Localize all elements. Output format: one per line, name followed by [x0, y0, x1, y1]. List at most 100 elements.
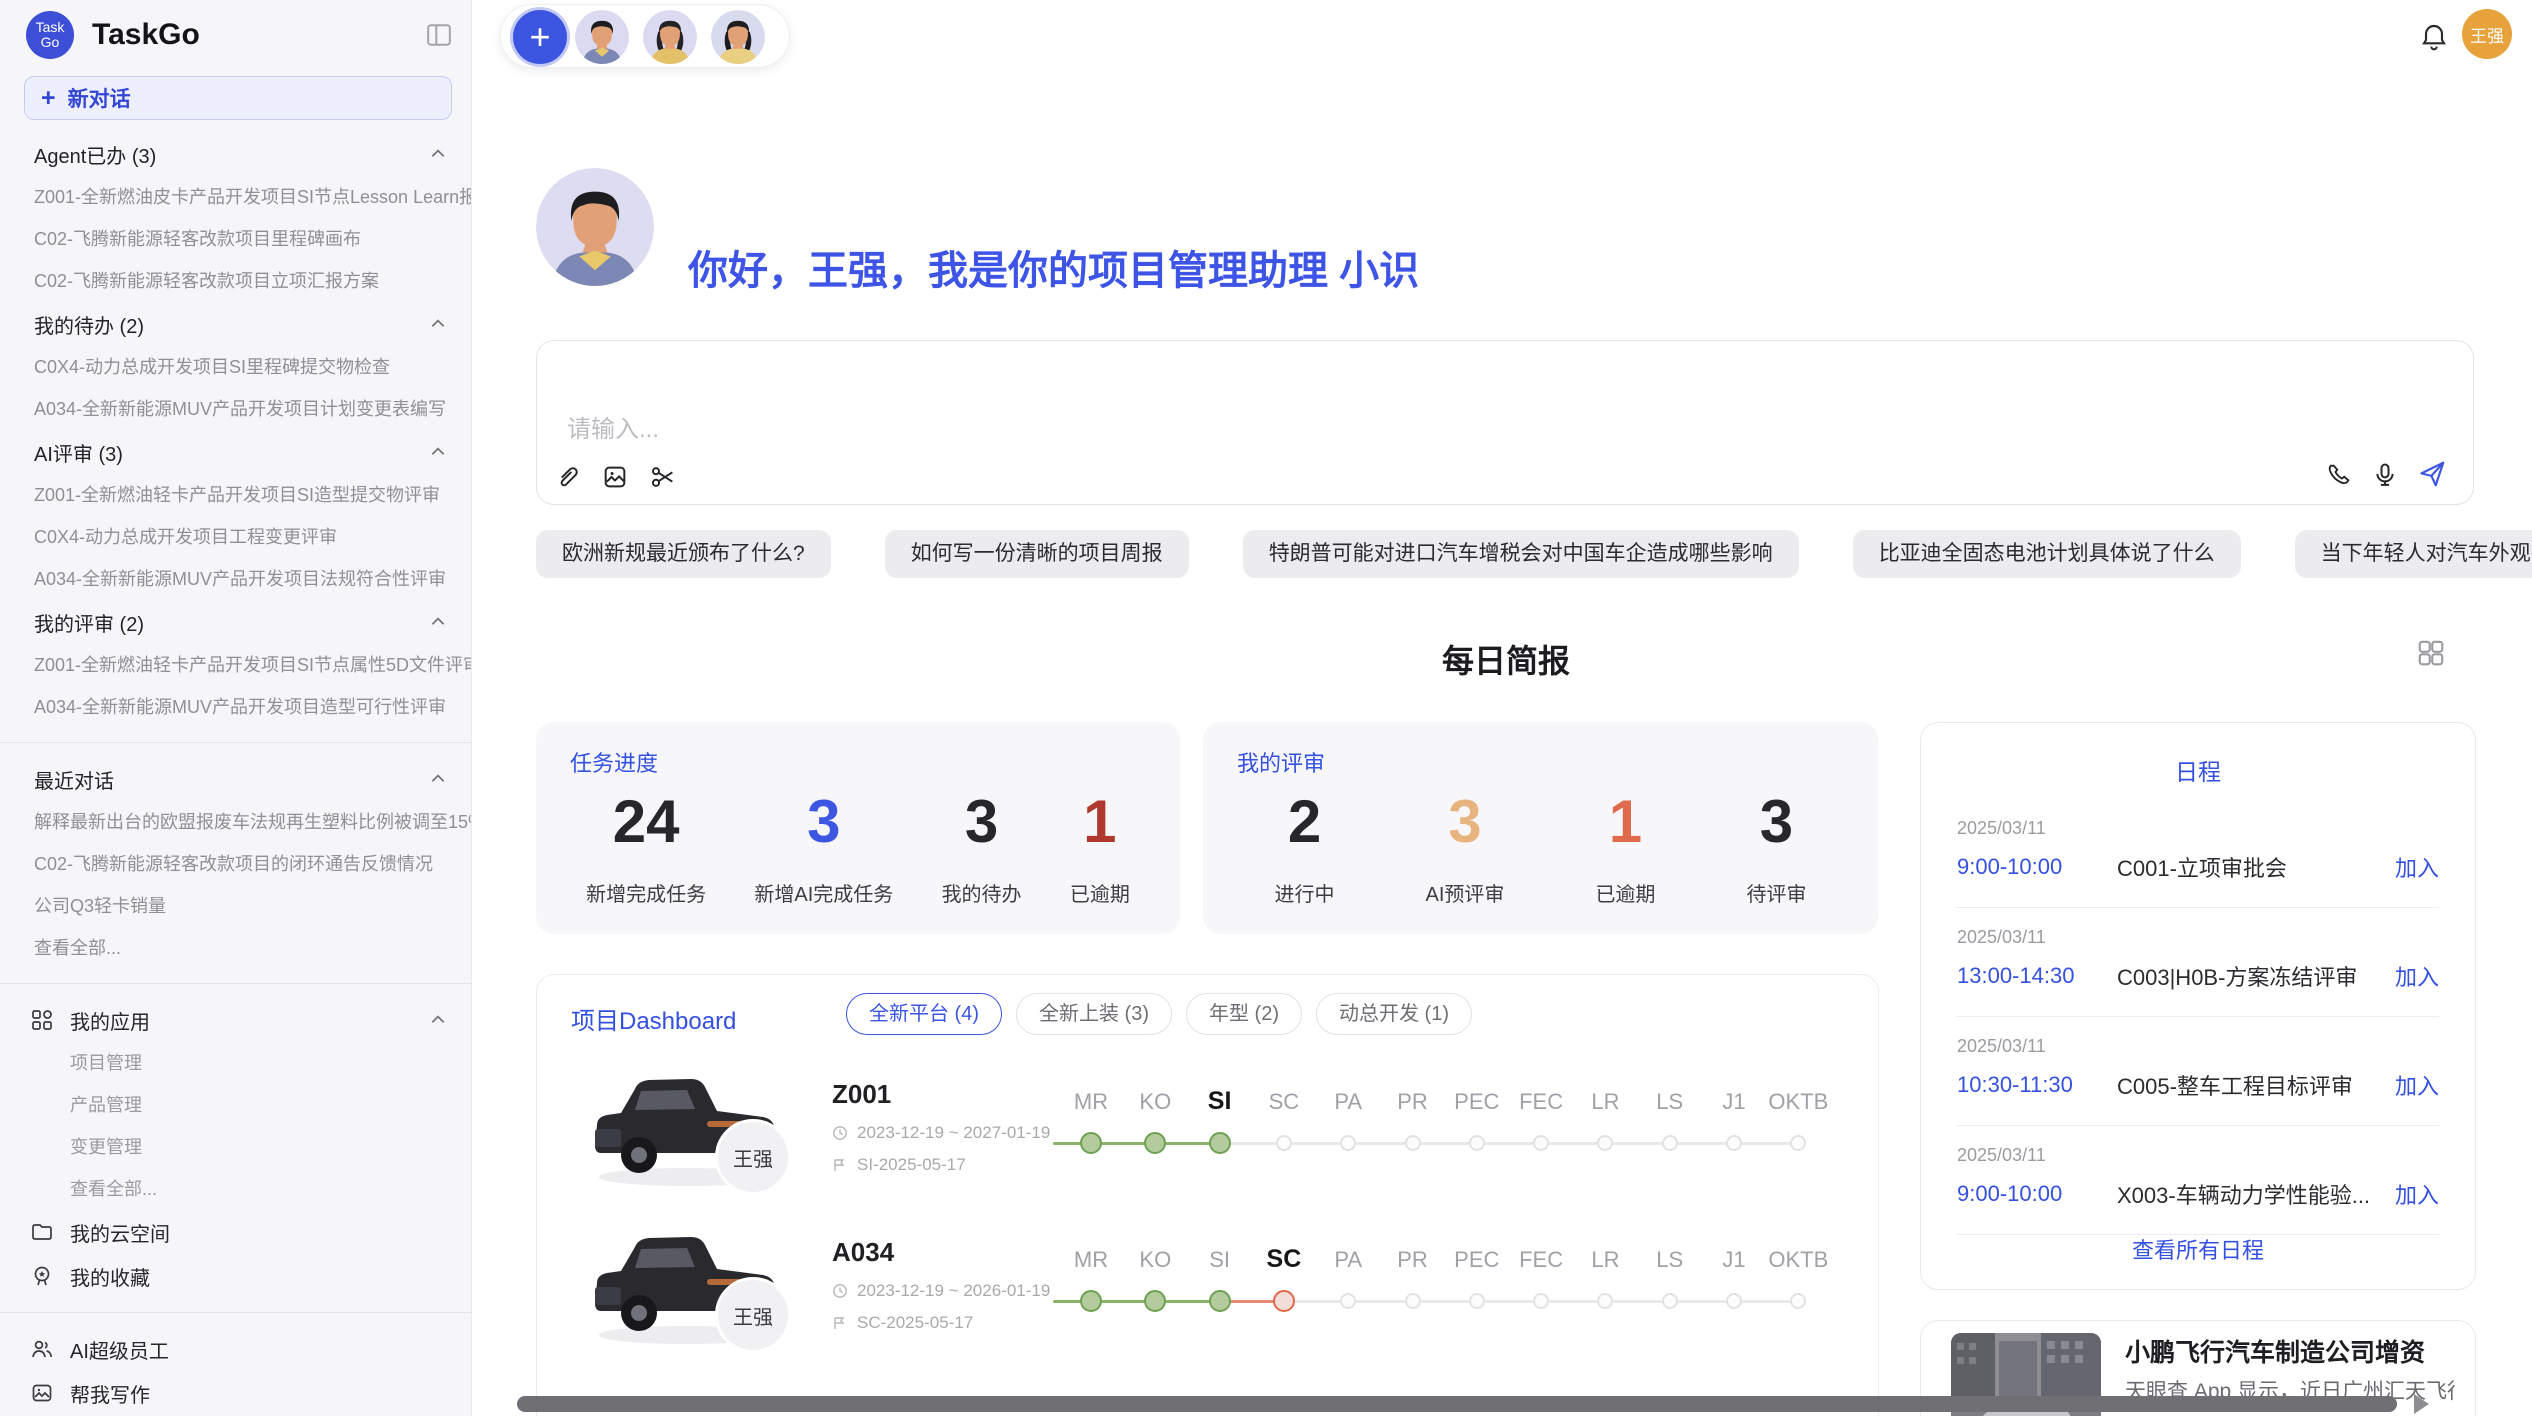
recent-chats-header[interactable]: 最近对话: [0, 757, 471, 801]
app-sub-item[interactable]: 项目管理: [0, 1042, 471, 1084]
photo-icon: [30, 1381, 54, 1405]
greeting-text: 你好，王强，我是你的项目管理助理 小识: [688, 238, 1419, 296]
schedule-item-row: 10:30-11:30C005-整车工程目标评审加入: [1957, 1069, 2439, 1101]
news-title: 小鹏飞行汽车制造公司增资: [2125, 1333, 2425, 1369]
horizontal-scrollbar[interactable]: [517, 1396, 2397, 1412]
suggestion-chip[interactable]: 当下年轻人对汽车外观有怎样的喜好趋势: [2295, 530, 2532, 578]
sidebar-task-item[interactable]: C02-飞腾新能源轻客改款项目里程碑画布: [0, 218, 471, 260]
schedule-view-all[interactable]: 查看所有日程: [1921, 1233, 2475, 1265]
project-code: A034: [832, 1237, 894, 1268]
sidebar-item-photo[interactable]: 帮我写作: [0, 1371, 471, 1415]
schedule-date: 2025/03/11: [1957, 927, 2439, 948]
send-icon[interactable]: [2417, 459, 2445, 487]
sidebar-task-item[interactable]: Z001-全新燃油轻卡产品开发项目SI节点属性5D文件评审: [0, 644, 471, 686]
recent-chat-item[interactable]: C02-飞腾新能源轻客改款项目的闭环通告反馈情况: [0, 843, 471, 885]
milestone-dot: [1469, 1293, 1485, 1309]
project-owner-badge: 王强: [715, 1277, 791, 1353]
sidebar-task-item[interactable]: A034-全新新能源MUV产品开发项目计划变更表编写: [0, 388, 471, 430]
sidebar-item-users[interactable]: AI超级员工: [0, 1327, 471, 1371]
mic-icon[interactable]: [2371, 461, 2399, 489]
scissors-icon[interactable]: [649, 463, 677, 491]
schedule-item: 2025/03/1110:30-11:30C005-整车工程目标评审加入: [1957, 1017, 2439, 1126]
image-upload-icon[interactable]: [601, 463, 629, 491]
layout-grid-icon[interactable]: [2416, 638, 2446, 668]
sidebar-task-item[interactable]: A034-全新新能源MUV产品开发项目造型可行性评审: [0, 686, 471, 728]
add-session-button[interactable]: +: [513, 10, 567, 64]
my-review-title: 我的评审: [1237, 746, 1325, 778]
sidebar-task-item[interactable]: A034-全新新能源MUV产品开发项目法规符合性评审: [0, 558, 471, 600]
stat-label: 新增AI完成任务: [754, 878, 893, 907]
phone-icon[interactable]: [2325, 461, 2353, 489]
schedule-item-row: 13:00-14:30C003|H0B-方案冻结评审加入: [1957, 960, 2439, 992]
attachment-icon[interactable]: [553, 463, 581, 491]
join-link[interactable]: 加入: [2395, 960, 2439, 992]
project-row: 王强A0342023-12-19 ~ 2026-01-19SC-2025-05-…: [537, 1219, 1878, 1377]
flag-icon: [832, 1315, 848, 1331]
sidebar-task-item[interactable]: C0X4-动力总成开发项目工程变更评审: [0, 516, 471, 558]
folder-icon: [30, 1220, 54, 1244]
milestone-dot: [1662, 1293, 1678, 1309]
logo-line1: Task: [36, 20, 65, 35]
sidebar-section-header[interactable]: AI评审 (3): [0, 430, 471, 474]
stat-column: 1已逾期: [1595, 784, 1655, 934]
scroll-right-arrow[interactable]: [2414, 1394, 2429, 1414]
dashboard-filter-chip[interactable]: 全新平台 (4): [846, 993, 1002, 1035]
user-avatar[interactable]: 王强: [2462, 9, 2512, 59]
clock-icon: [832, 1283, 848, 1299]
stat-column: 2进行中: [1275, 784, 1335, 934]
divider: [0, 983, 471, 984]
sidebar-task-item[interactable]: C0X4-动力总成开发项目SI里程碑提交物检查: [0, 346, 471, 388]
sidebar-section-header[interactable]: 我的待办 (2): [0, 302, 471, 346]
sidebar-task-item[interactable]: Z001-全新燃油皮卡产品开发项目SI节点Lesson Learn报告: [0, 176, 471, 218]
notification-bell-icon[interactable]: [2418, 22, 2450, 54]
sidebar-item-favorites[interactable]: 我的收藏: [0, 1254, 471, 1298]
project-flag: SC-2025-05-17: [832, 1313, 973, 1333]
agent-avatar-1[interactable]: [575, 10, 629, 64]
milestone-dot: [1144, 1132, 1166, 1154]
stat-column: 1已逾期: [1070, 784, 1130, 934]
suggestion-chip[interactable]: 比亚迪全固态电池计划具体说了什么: [1853, 530, 2241, 578]
sidebar-item-cloud-space[interactable]: 我的云空间: [0, 1210, 471, 1254]
milestone-dot: [1340, 1293, 1356, 1309]
tool-label: 帮我写作: [70, 1379, 150, 1408]
chat-composer[interactable]: 请输入...: [536, 340, 2474, 505]
dashboard-filter-chip[interactable]: 动总开发 (1): [1316, 993, 1472, 1035]
schedule-card: 日程 2025/03/119:00-10:00C001-立项审批会加入2025/…: [1920, 722, 2476, 1290]
sidebar-task-item[interactable]: C02-飞腾新能源轻客改款项目立项汇报方案: [0, 260, 471, 302]
sidebar-section-header[interactable]: Agent已办 (3): [0, 132, 471, 176]
sidebar-content: Agent已办 (3)Z001-全新燃油皮卡产品开发项目SI节点Lesson L…: [0, 132, 471, 1416]
suggestion-chip[interactable]: 欧洲新规最近颁布了什么?: [536, 530, 831, 578]
stat-value: 3: [1760, 784, 1793, 860]
stat-value: 1: [1083, 784, 1116, 860]
join-link[interactable]: 加入: [2395, 851, 2439, 883]
schedule-time: 9:00-10:00: [1957, 1181, 2117, 1207]
sidebar-section-header[interactable]: 我的评审 (2): [0, 600, 471, 644]
app-sub-item[interactable]: 变更管理: [0, 1126, 471, 1168]
recent-chat-item[interactable]: 公司Q3轻卡销量: [0, 885, 471, 927]
recent-view-all[interactable]: 查看全部...: [0, 927, 471, 969]
milestone-dot: [1144, 1290, 1166, 1312]
stat-value: 3: [1448, 784, 1481, 860]
chevron-up-icon: [429, 613, 447, 631]
new-chat-button[interactable]: + 新对话: [24, 76, 452, 120]
stat-column: 3我的待办: [942, 784, 1022, 934]
agent-avatar-3[interactable]: [711, 10, 765, 64]
agent-avatar-2[interactable]: [643, 10, 697, 64]
app-sub-item[interactable]: 查看全部...: [0, 1168, 471, 1210]
sidebar-item-my-apps[interactable]: 我的应用: [0, 998, 471, 1042]
schedule-time: 9:00-10:00: [1957, 854, 2117, 880]
suggestion-chip[interactable]: 如何写一份清晰的项目周报: [885, 530, 1189, 578]
suggestion-chip[interactable]: 特朗普可能对进口汽车增税会对中国车企造成哪些影响: [1243, 530, 1799, 578]
task-progress-title: 任务进度: [570, 746, 658, 778]
sidebar-collapse-icon[interactable]: [425, 22, 453, 48]
join-link[interactable]: 加入: [2395, 1178, 2439, 1210]
dashboard-filter-chip[interactable]: 年型 (2): [1186, 993, 1302, 1035]
chevron-up-icon: [429, 770, 447, 788]
dashboard-filter-chip[interactable]: 全新上装 (3): [1016, 993, 1172, 1035]
recent-chat-item[interactable]: 解释最新出台的欧盟报废车法规再生塑料比例被调至15%...: [0, 801, 471, 843]
sidebar-task-item[interactable]: Z001-全新燃油轻卡产品开发项目SI造型提交物评审: [0, 474, 471, 516]
app-sub-item[interactable]: 产品管理: [0, 1084, 471, 1126]
milestone-track-done: [1053, 1142, 1220, 1145]
join-link[interactable]: 加入: [2395, 1069, 2439, 1101]
milestone-dot: [1533, 1293, 1549, 1309]
